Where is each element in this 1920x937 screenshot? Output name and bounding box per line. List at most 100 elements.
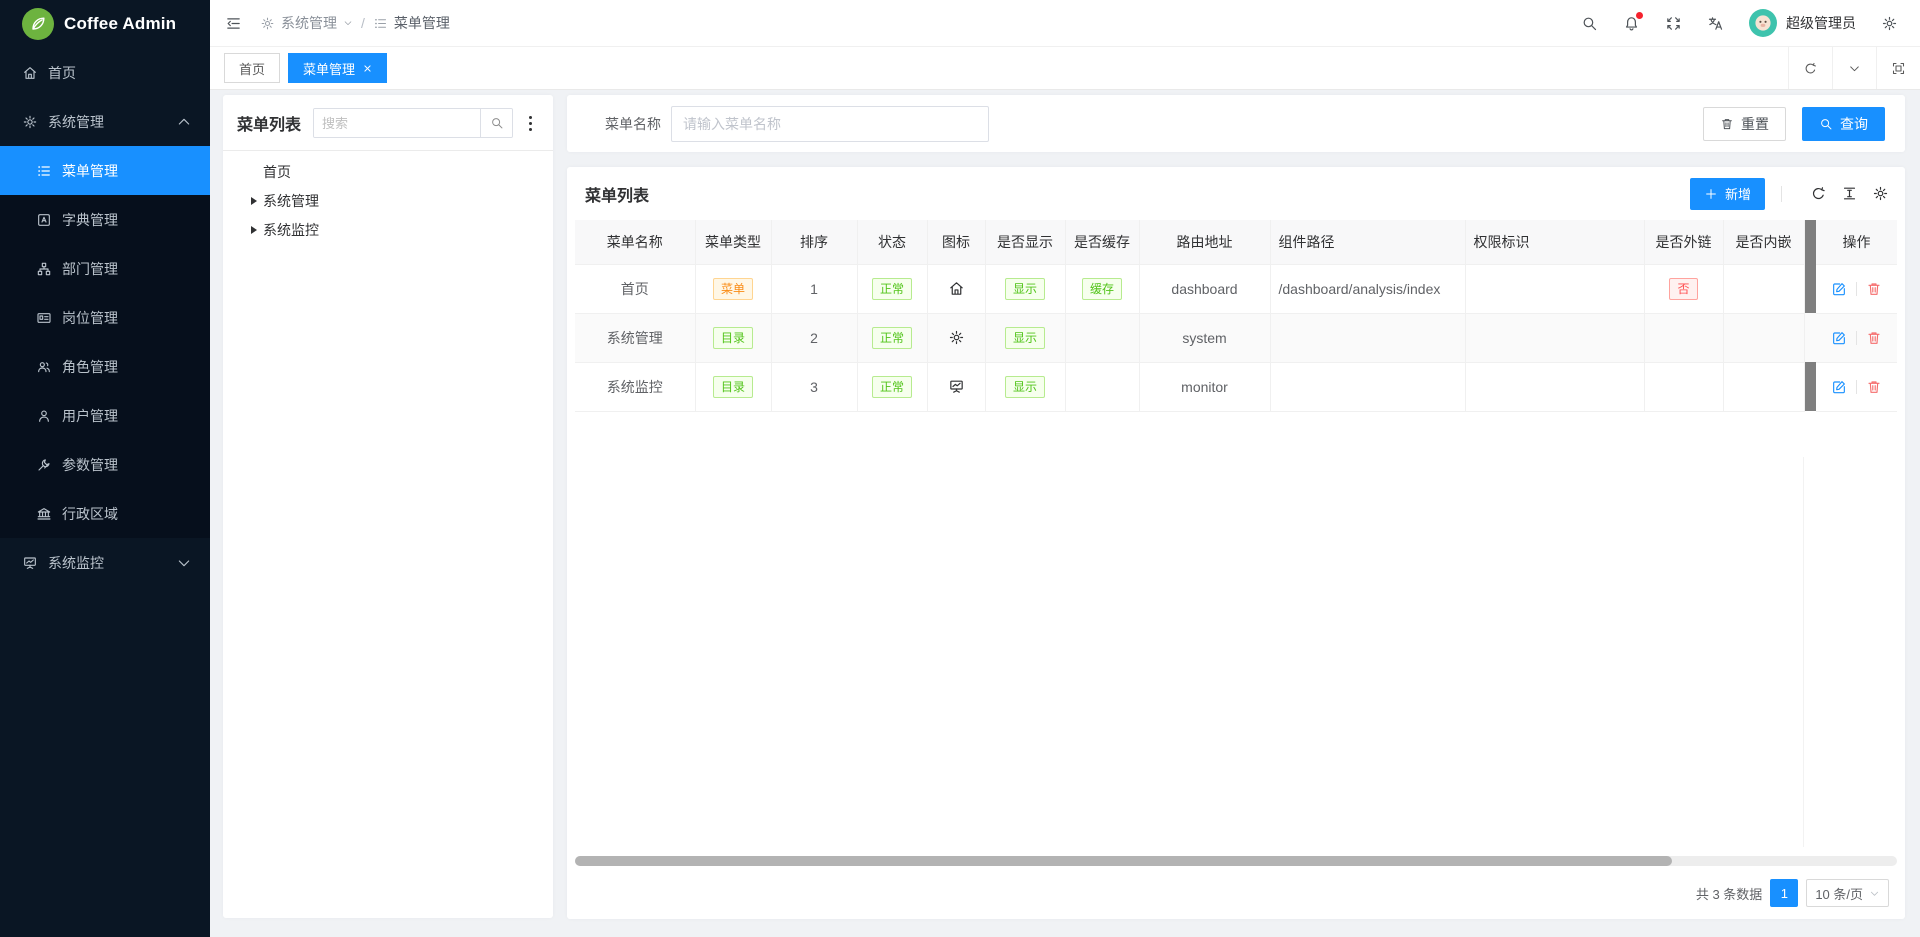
delete-button[interactable] <box>1866 379 1882 395</box>
vertical-scrollbar[interactable] <box>1804 362 1816 411</box>
sidebar-item-system[interactable]: 系统管理 <box>0 97 210 146</box>
expand-arrow-icon[interactable] <box>251 197 257 205</box>
expand-arrow-icon[interactable] <box>251 226 257 234</box>
sidebar-item-label: 首页 <box>48 63 76 83</box>
edit-button[interactable] <box>1831 281 1847 297</box>
dictionary-icon <box>36 212 52 228</box>
avatar <box>1749 9 1777 37</box>
tree-node-system[interactable]: 系统管理 <box>237 186 539 215</box>
sidebar-item-region-mgmt[interactable]: 行政区域 <box>0 489 210 538</box>
vertical-scrollbar[interactable] <box>1804 264 1816 313</box>
add-button[interactable]: 新增 <box>1690 178 1765 210</box>
fullscreen-icon[interactable] <box>1665 15 1682 32</box>
cell-permission <box>1465 313 1644 362</box>
divider <box>223 150 553 151</box>
tree-search-input[interactable] <box>314 109 480 137</box>
col-header-path: 路由地址 <box>1139 220 1270 264</box>
fixed-column-border <box>1803 457 1804 847</box>
chevron-down-icon <box>176 555 192 571</box>
search-icon[interactable] <box>1581 15 1598 32</box>
cell-permission <box>1465 264 1644 313</box>
edit-button[interactable] <box>1831 379 1847 395</box>
app-logo[interactable]: Coffee Admin <box>0 0 210 48</box>
table-wrapper: 菜单名称 菜单类型 排序 状态 图标 是否显示 是否缓存 路由地址 组件路径 <box>567 220 1905 412</box>
cell-cache: 缓存 <box>1065 264 1139 313</box>
content-fullscreen-button[interactable] <box>1876 47 1920 89</box>
delete-button[interactable] <box>1866 281 1882 297</box>
query-field-label: 菜单名称 <box>591 114 661 134</box>
sidebar-item-monitor[interactable]: 系统监控 <box>0 538 210 587</box>
cell-status: 正常 <box>857 362 927 411</box>
bank-icon <box>36 506 52 522</box>
page-size-select[interactable]: 10 条/页 <box>1806 879 1889 907</box>
table-row: 首页 菜单 1 正常 显示 缓存 dashboard /dashboard/an… <box>575 264 1897 313</box>
col-header-type: 菜单类型 <box>695 220 771 264</box>
app-title: Coffee Admin <box>64 14 176 34</box>
tree-node-monitor[interactable]: 系统监控 <box>237 215 539 244</box>
tab-options-button[interactable] <box>1832 47 1876 89</box>
edit-button[interactable] <box>1831 330 1847 346</box>
sidebar-item-home[interactable]: 首页 <box>0 48 210 97</box>
sidebar-item-param-mgmt[interactable]: 参数管理 <box>0 440 210 489</box>
breadcrumb: 系统管理 / 菜单管理 <box>260 13 450 33</box>
tab-menu-mgmt[interactable]: 菜单管理 <box>288 53 387 83</box>
tab-home[interactable]: 首页 <box>224 53 280 83</box>
table-card-title: 菜单列表 <box>585 182 649 206</box>
refresh-tab-button[interactable] <box>1788 47 1832 89</box>
menu-tree-panel: 菜单列表 首页 系统管理 <box>223 95 553 918</box>
tab-bar: 首页 菜单管理 <box>210 47 1920 90</box>
cell-permission <box>1465 362 1644 411</box>
col-header-order: 排序 <box>771 220 857 264</box>
refresh-table-button[interactable] <box>1810 185 1827 202</box>
visible-tag: 显示 <box>1005 376 1045 398</box>
tree-search-button[interactable] <box>480 109 512 137</box>
sidebar-item-dept-mgmt[interactable]: 部门管理 <box>0 244 210 293</box>
vertical-scrollbar[interactable] <box>1804 313 1816 362</box>
page-button-1[interactable]: 1 <box>1770 879 1798 907</box>
sidebar-item-label: 岗位管理 <box>62 308 118 328</box>
translate-icon[interactable] <box>1707 15 1724 32</box>
delete-button[interactable] <box>1866 330 1882 346</box>
tree-more-button[interactable] <box>521 116 539 131</box>
cell-actions <box>1816 313 1897 362</box>
breadcrumb-divider: / <box>361 15 365 31</box>
menu-fold-icon[interactable] <box>225 15 242 32</box>
col-header-iframe: 是否内嵌 <box>1723 220 1804 264</box>
search-button[interactable]: 查询 <box>1802 107 1885 141</box>
sidebar-item-post-mgmt[interactable]: 岗位管理 <box>0 293 210 342</box>
fullscreen-rect-icon <box>1891 61 1906 76</box>
close-icon[interactable] <box>363 64 372 73</box>
settings-gear-icon[interactable] <box>1881 15 1898 32</box>
cell-order: 2 <box>771 313 857 362</box>
sidebar-item-label: 字典管理 <box>62 210 118 230</box>
sidebar-item-role-mgmt[interactable]: 角色管理 <box>0 342 210 391</box>
gear-icon <box>948 329 965 346</box>
table-toolbar: 新增 <box>1690 178 1889 210</box>
sidebar-item-menu-mgmt[interactable]: 菜单管理 <box>0 146 210 195</box>
row-density-button[interactable] <box>1841 185 1858 202</box>
horizontal-scrollbar-thumb[interactable] <box>575 856 1672 866</box>
cell-iframe <box>1723 362 1804 411</box>
reset-button[interactable]: 重置 <box>1703 107 1786 141</box>
tree-list: 首页 系统管理 系统监控 <box>237 157 539 244</box>
chevron-down-icon <box>1848 62 1861 75</box>
visible-tag: 显示 <box>1005 327 1045 349</box>
tab-label: 菜单管理 <box>303 59 355 78</box>
notifications-button[interactable] <box>1623 15 1640 32</box>
trash-icon <box>1866 379 1882 395</box>
user-menu[interactable]: 超级管理员 <box>1749 9 1856 37</box>
cell-actions <box>1816 264 1897 313</box>
sidebar-item-user-mgmt[interactable]: 用户管理 <box>0 391 210 440</box>
breadcrumb-item-system[interactable]: 系统管理 <box>260 13 353 33</box>
col-header-component: 组件路径 <box>1270 220 1465 264</box>
table-row: 系统管理 目录 2 正常 显示 system <box>575 313 1897 362</box>
sidebar-item-dict-mgmt[interactable]: 字典管理 <box>0 195 210 244</box>
chevron-down-icon <box>343 18 353 28</box>
column-settings-button[interactable] <box>1872 185 1889 202</box>
menu-name-input[interactable] <box>671 106 989 142</box>
tree-node-home[interactable]: 首页 <box>237 157 539 186</box>
user-icon <box>36 408 52 424</box>
sidebar-submenu-system: 菜单管理 字典管理 部门管理 岗位管理 角色管理 用户管理 <box>0 146 210 538</box>
cell-name: 系统监控 <box>575 362 695 411</box>
vertical-scrollbar[interactable] <box>1804 220 1816 264</box>
